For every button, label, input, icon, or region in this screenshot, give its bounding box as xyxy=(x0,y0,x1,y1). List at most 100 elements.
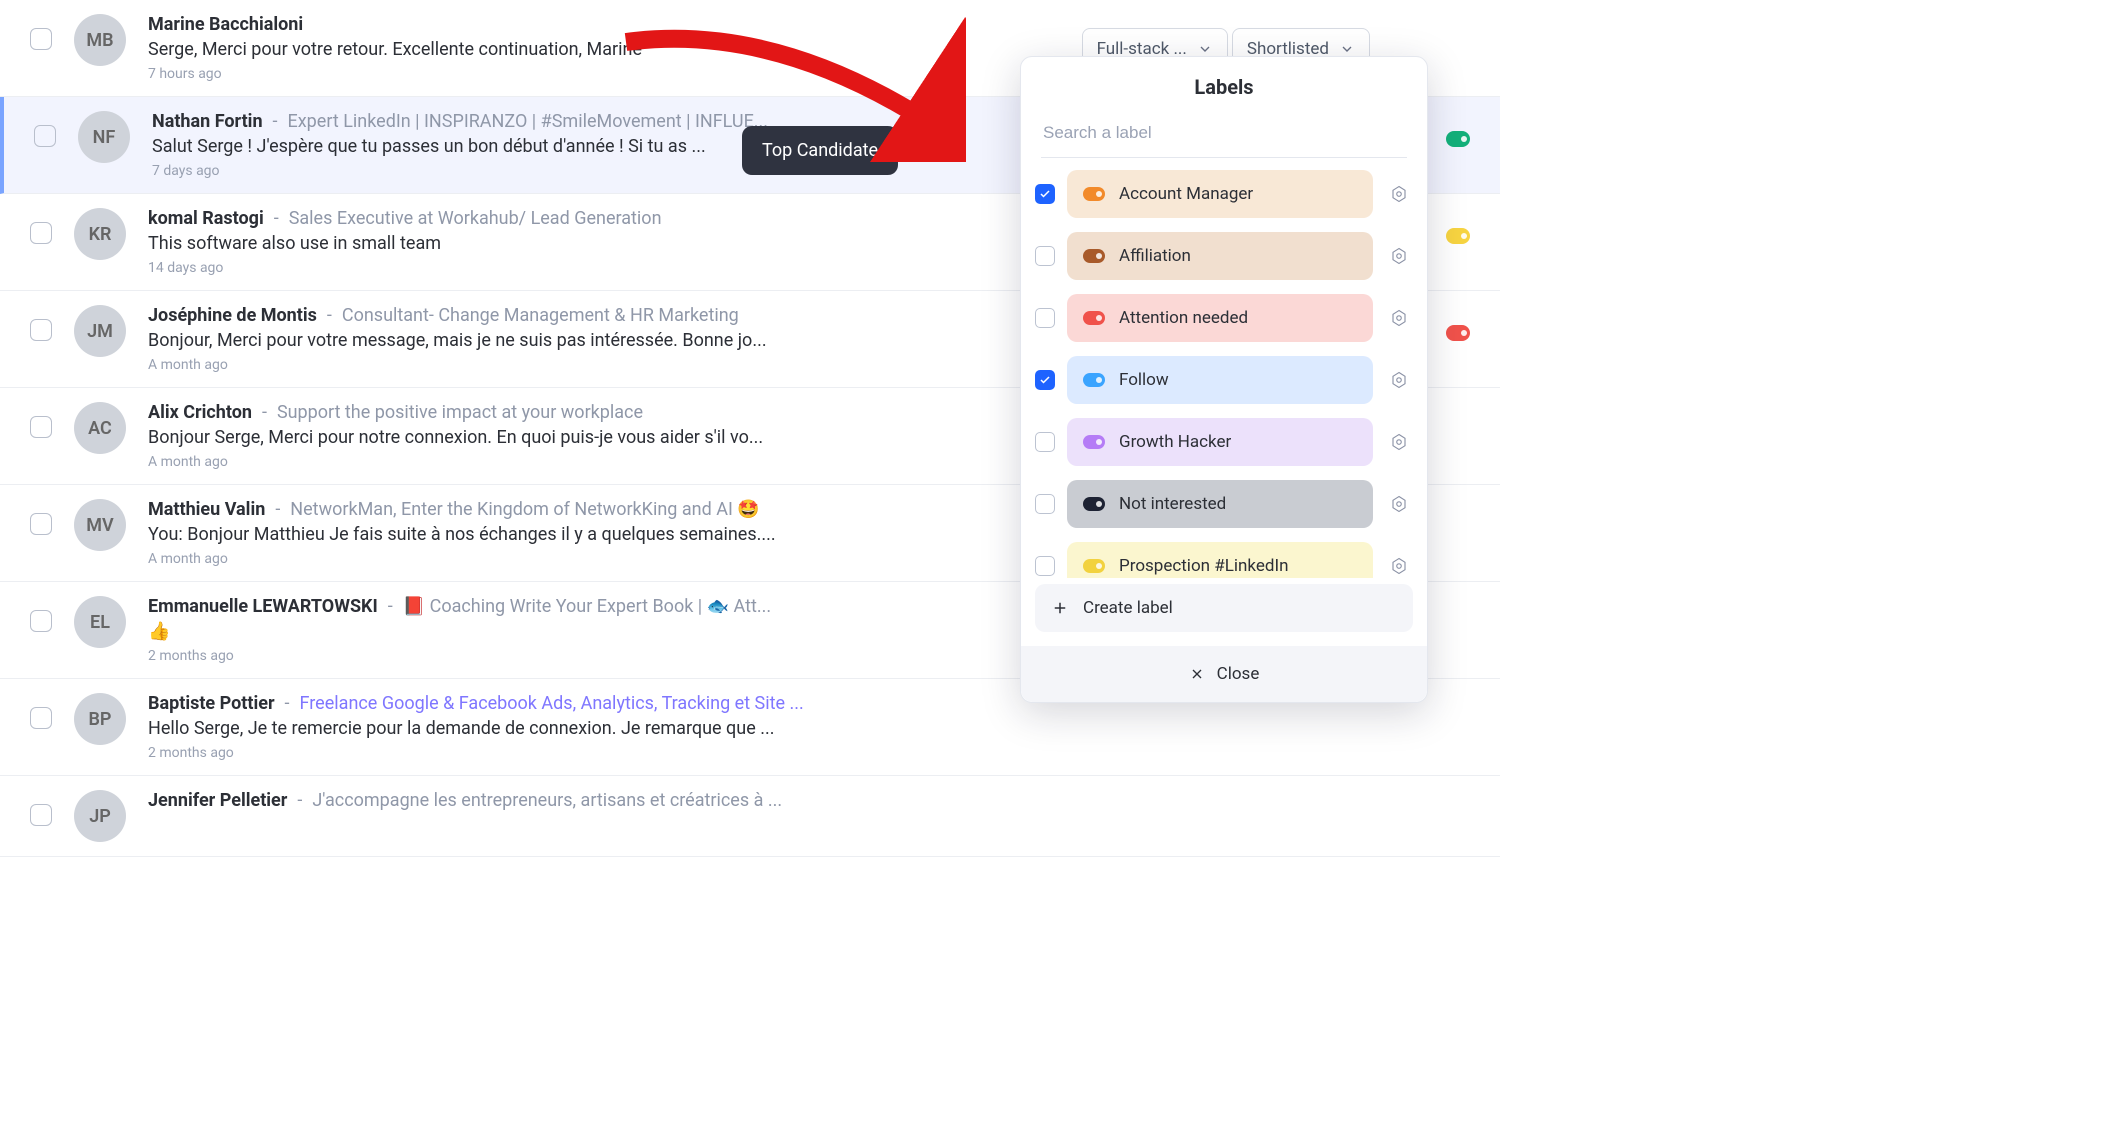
separator: - xyxy=(262,402,267,423)
close-panel-text: Close xyxy=(1217,664,1260,684)
avatar: MB xyxy=(74,14,126,66)
gear-icon xyxy=(1390,185,1408,203)
contact-headline: 📕 Coaching Write Your Expert Book | 🐟 At… xyxy=(403,596,771,617)
gear-icon xyxy=(1390,247,1408,265)
close-panel-button[interactable]: Close xyxy=(1021,646,1427,702)
avatar: EL xyxy=(74,596,126,648)
row-checkbox[interactable] xyxy=(30,28,52,50)
message-preview: Hello Serge, Je te remercie pour la dema… xyxy=(148,718,1482,739)
separator: - xyxy=(275,499,280,520)
conversation-row[interactable]: JPJennifer Pelletier - J'accompagne les … xyxy=(0,776,1500,857)
label-text: Prospection #LinkedIn xyxy=(1119,556,1288,576)
label-checkbox[interactable] xyxy=(1035,246,1055,266)
close-icon xyxy=(1189,666,1205,682)
tag-icon xyxy=(1083,311,1105,325)
row-checkbox[interactable] xyxy=(30,416,52,438)
label-row: Attention needed xyxy=(1035,294,1413,342)
label-checkbox[interactable] xyxy=(1035,432,1055,452)
timestamp: 2 months ago xyxy=(148,745,1482,761)
row-checkbox[interactable] xyxy=(34,125,56,147)
label-chip[interactable] xyxy=(1446,325,1470,341)
label-checkbox[interactable] xyxy=(1035,184,1055,204)
label-pill[interactable]: Account Manager xyxy=(1067,170,1373,218)
label-settings-button[interactable] xyxy=(1385,428,1413,456)
gear-icon xyxy=(1390,371,1408,389)
label-pill[interactable]: Affiliation xyxy=(1067,232,1373,280)
label-text: Follow xyxy=(1119,370,1169,390)
label-chips xyxy=(1446,325,1470,341)
tag-icon xyxy=(1083,249,1105,263)
label-settings-button[interactable] xyxy=(1385,490,1413,518)
separator: - xyxy=(285,693,290,714)
labels-panel-title: Labels xyxy=(1021,57,1427,113)
label-chips xyxy=(1446,131,1470,147)
contact-name: Matthieu Valin xyxy=(148,499,265,520)
row-checkbox[interactable] xyxy=(30,319,52,341)
label-pill[interactable]: Follow xyxy=(1067,356,1373,404)
contact-name: komal Rastogi xyxy=(148,208,264,229)
row-checkbox[interactable] xyxy=(30,513,52,535)
label-pill[interactable]: Attention needed xyxy=(1067,294,1373,342)
separator: - xyxy=(327,305,332,326)
tag-icon xyxy=(1083,435,1105,449)
label-text: Not interested xyxy=(1119,494,1226,514)
label-settings-button[interactable] xyxy=(1385,180,1413,208)
label-row: Not interested xyxy=(1035,480,1413,528)
avatar: BP xyxy=(74,693,126,745)
label-checkbox[interactable] xyxy=(1035,308,1055,328)
label-chip[interactable] xyxy=(1446,228,1470,244)
contact-name: Joséphine de Montis xyxy=(148,305,317,326)
tag-icon xyxy=(1083,559,1105,573)
label-settings-button[interactable] xyxy=(1385,552,1413,578)
label-settings-button[interactable] xyxy=(1385,366,1413,394)
avatar: JM xyxy=(74,305,126,357)
label-settings-button[interactable] xyxy=(1385,304,1413,332)
label-pill[interactable]: Not interested xyxy=(1067,480,1373,528)
separator: - xyxy=(273,111,278,132)
chevron-down-icon xyxy=(1339,41,1355,57)
label-tooltip-text: Top Candidate xyxy=(762,140,878,161)
label-tooltip: Top Candidate xyxy=(742,126,898,175)
label-chips xyxy=(1446,228,1470,244)
contact-name: Emmanuelle LEWARTOWSKI xyxy=(148,596,378,617)
avatar: KR xyxy=(74,208,126,260)
contact-name: Baptiste Pottier xyxy=(148,693,275,714)
label-checkbox[interactable] xyxy=(1035,370,1055,390)
gear-icon xyxy=(1390,309,1408,327)
search-label-input[interactable] xyxy=(1041,113,1407,158)
label-chip[interactable] xyxy=(1446,131,1470,147)
contact-headline: NetworkMan, Enter the Kingdom of Network… xyxy=(290,499,759,520)
contact-headline: Sales Executive at Workahub/ Lead Genera… xyxy=(289,208,662,229)
avatar: NF xyxy=(78,111,130,163)
labels-panel: Labels Account Manager Affiliation Attenti… xyxy=(1020,56,1428,703)
row-checkbox[interactable] xyxy=(30,707,52,729)
contact-headline[interactable]: Freelance Google & Facebook Ads, Analyti… xyxy=(300,693,804,714)
avatar: AC xyxy=(74,402,126,454)
separator: - xyxy=(274,208,279,229)
contact-headline: Consultant- Change Management & HR Marke… xyxy=(342,305,739,326)
label-row: Growth Hacker xyxy=(1035,418,1413,466)
tag-icon xyxy=(1083,373,1105,387)
plus-icon xyxy=(1051,599,1069,617)
tag-icon xyxy=(1083,187,1105,201)
gear-icon xyxy=(1390,433,1408,451)
contact-headline: J'accompagne les entrepreneurs, artisans… xyxy=(312,790,782,811)
contact-name: Jennifer Pelletier xyxy=(148,790,287,811)
label-settings-button[interactable] xyxy=(1385,242,1413,270)
create-label-button[interactable]: Create label xyxy=(1035,584,1413,632)
label-pill[interactable]: Growth Hacker xyxy=(1067,418,1373,466)
row-checkbox[interactable] xyxy=(30,222,52,244)
create-label-text: Create label xyxy=(1083,598,1173,618)
row-checkbox[interactable] xyxy=(30,804,52,826)
label-pill[interactable]: Prospection #LinkedIn xyxy=(1067,542,1373,578)
label-checkbox[interactable] xyxy=(1035,494,1055,514)
label-text: Growth Hacker xyxy=(1119,432,1231,452)
label-row: Follow xyxy=(1035,356,1413,404)
gear-icon xyxy=(1390,495,1408,513)
label-row: Prospection #LinkedIn xyxy=(1035,542,1413,578)
row-checkbox[interactable] xyxy=(30,610,52,632)
contact-headline: Support the positive impact at your work… xyxy=(277,402,643,423)
contact-name: Nathan Fortin xyxy=(152,111,263,132)
label-checkbox[interactable] xyxy=(1035,556,1055,576)
label-text: Attention needed xyxy=(1119,308,1248,328)
